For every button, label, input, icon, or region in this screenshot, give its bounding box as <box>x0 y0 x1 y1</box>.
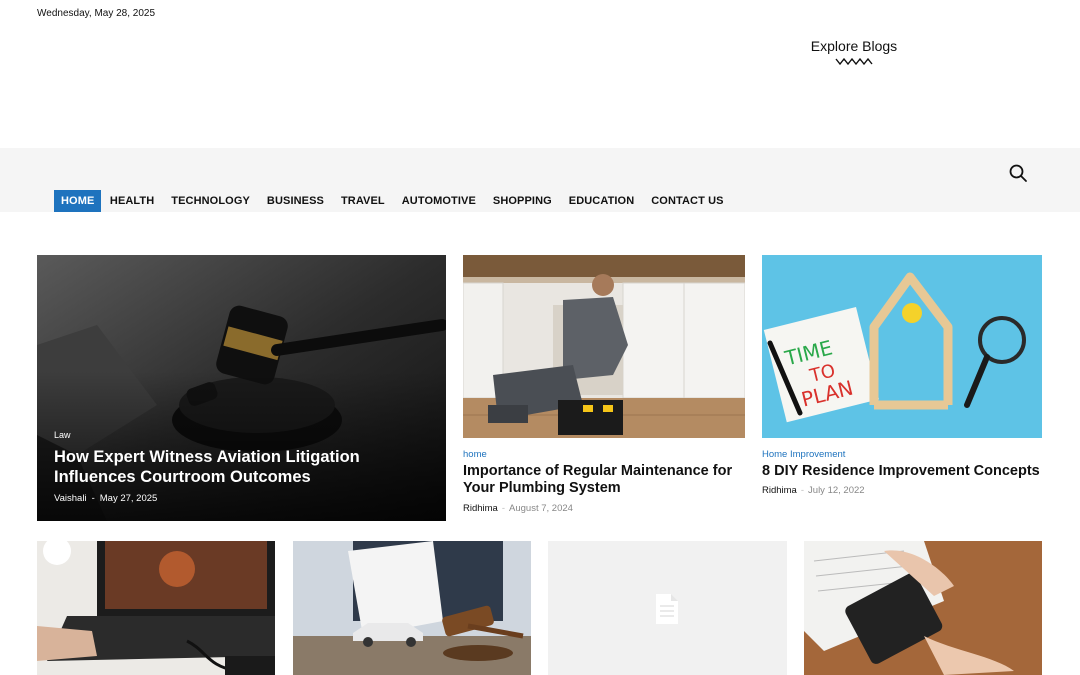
post-author[interactable]: Ridhima <box>463 503 498 514</box>
post-thumbnail-calculator[interactable] <box>804 541 1042 675</box>
post-image-plumbing[interactable] <box>463 255 745 438</box>
site-logo[interactable]: Explore Blogs <box>780 38 928 65</box>
main-nav: HOME HEALTH TECHNOLOGY BUSINESS TRAVEL A… <box>54 190 732 212</box>
time-to-plan-image: TIME TO PLAN <box>762 255 1042 438</box>
post-thumbnail-placeholder[interactable] <box>548 541 787 675</box>
post-date: May 27, 2025 <box>99 493 158 504</box>
post-title[interactable]: Importance of Regular Maintenance for Yo… <box>463 463 743 497</box>
plumber-image <box>463 255 745 438</box>
post-thumbnail-laptop[interactable] <box>37 541 275 675</box>
nav-item-education[interactable]: EDUCATION <box>560 190 642 212</box>
post-category[interactable]: Home Improvement <box>762 449 845 460</box>
post-date: July 12, 2022 <box>808 485 865 496</box>
post-meta: Vaishali - May 27, 2025 <box>54 493 157 504</box>
nav-item-shopping[interactable]: SHOPPING <box>484 190 560 212</box>
post-author[interactable]: Ridhima <box>762 485 797 496</box>
nav-item-business[interactable]: BUSINESS <box>258 190 332 212</box>
featured-post[interactable]: Law How Expert Witness Aviation Litigati… <box>37 255 446 521</box>
post-category[interactable]: home <box>463 449 487 460</box>
wave-icon <box>835 58 873 65</box>
post-meta: Ridhima - August 7, 2024 <box>463 503 573 514</box>
post-category[interactable]: Law <box>54 430 71 440</box>
post-meta: Ridhima - July 12, 2022 <box>762 485 865 496</box>
legal-car-image <box>293 541 531 675</box>
calculator-image <box>804 541 1042 675</box>
post-image-diy[interactable]: TIME TO PLAN <box>762 255 1042 438</box>
nav-item-health[interactable]: HEALTH <box>101 190 162 212</box>
nav-item-technology[interactable]: TECHNOLOGY <box>163 190 259 212</box>
post-author[interactable]: Vaishali <box>54 493 87 504</box>
laptop-image <box>37 541 275 675</box>
post-title[interactable]: 8 DIY Residence Improvement Concepts <box>762 463 1042 480</box>
current-date: Wednesday, May 28, 2025 <box>37 8 156 19</box>
nav-item-automotive[interactable]: AUTOMOTIVE <box>393 190 484 212</box>
search-icon[interactable] <box>1008 163 1028 183</box>
post-thumbnail-legal[interactable] <box>293 541 531 675</box>
nav-item-contact-us[interactable]: CONTACT US <box>643 190 732 212</box>
post-title[interactable]: How Expert Witness Aviation Litigation I… <box>54 447 439 487</box>
main-menu-bar: HOME HEALTH TECHNOLOGY BUSINESS TRAVEL A… <box>0 148 1080 212</box>
nav-item-home[interactable]: HOME <box>54 190 102 212</box>
nav-item-travel[interactable]: TRAVEL <box>332 190 393 212</box>
meta-separator: - <box>91 493 95 504</box>
post-date: August 7, 2024 <box>509 503 573 514</box>
meta-separator: - <box>800 485 805 496</box>
meta-separator: - <box>501 503 506 514</box>
document-icon <box>656 594 678 624</box>
site-title[interactable]: Explore Blogs <box>780 38 928 54</box>
